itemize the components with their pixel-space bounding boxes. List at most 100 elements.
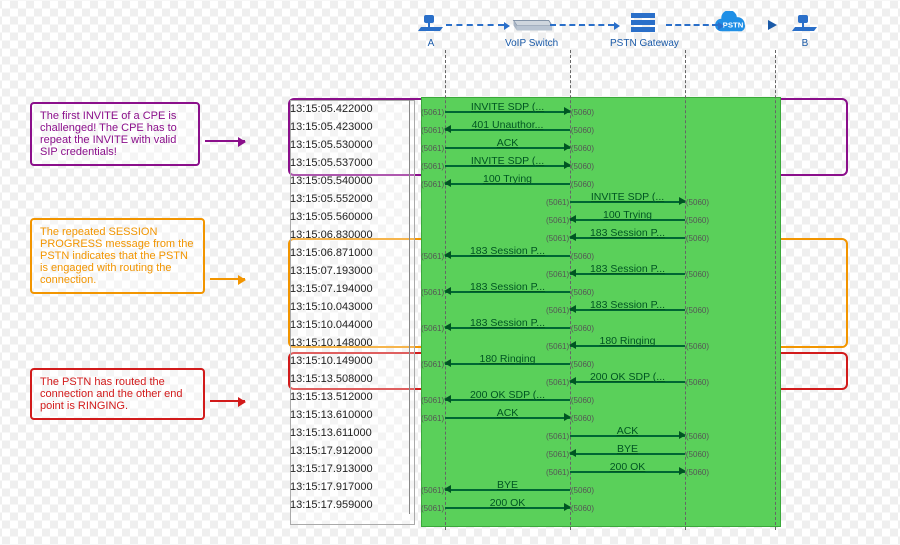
trace-row: 13:15:10.148000 180 Ringing(5061)(5060) [290, 334, 840, 352]
message-label: 200 OK SDP (... [590, 368, 665, 386]
trace-row: 13:15:10.043000 183 Session P...(5061)(50… [290, 298, 840, 316]
message-label: ACK [497, 134, 519, 152]
phone-icon [784, 10, 826, 36]
trace-row: 13:15:17.912000BYE(5061)(5060) [290, 442, 840, 460]
trace-row: 13:15:10.149000180 Ringing(5061)(5060) [290, 352, 840, 370]
sip-message: 183 Session P...(5061)(5060) [570, 226, 685, 244]
annotation-text: The repeated SESSION PROGRESS message fr… [40, 226, 193, 286]
message-label: 183 Session P... [470, 278, 545, 296]
message-label: 180 Ringing [479, 350, 535, 368]
timestamp: 13:15:17.913000 [290, 460, 410, 478]
annotation-arrow [205, 140, 245, 142]
sip-message: 183 Session P...(5061)(5060) [445, 280, 570, 298]
message-label: 183 Session P... [590, 260, 665, 278]
message-label: 183 Session P... [470, 314, 545, 332]
annotation-arrow [210, 400, 245, 402]
annotation-text: The first INVITE of a CPE is challenged!… [40, 110, 177, 158]
trace-row: 13:15:05.422000INVITE SDP (...(5061)(506… [290, 100, 840, 118]
device-gateway-label: PSTN Gateway [610, 38, 679, 49]
message-label: INVITE SDP (... [591, 188, 664, 206]
message-label: ACK [497, 404, 519, 422]
timestamp: 13:15:10.043000 [290, 298, 410, 316]
sip-message: 183 Session P...(5061)(5060) [570, 262, 685, 280]
message-label: 200 OK [490, 494, 526, 512]
link-gw-pstn [666, 24, 718, 26]
trace-row: 13:15:05.540000100 Trying(5061)(5060) [290, 172, 840, 190]
port-label: (5061) [421, 500, 444, 518]
message-label: 100 Trying [483, 170, 532, 188]
trace-row: 13:15:07.193000 183 Session P...(5061)(50… [290, 262, 840, 280]
sip-message: 200 OK(5061)(5060) [445, 496, 570, 514]
timestamp: 13:15:05.423000 [290, 118, 410, 136]
phone-icon [410, 10, 452, 36]
trace-row: 13:15:05.530000ACK(5061)(5060) [290, 136, 840, 154]
sip-message: 180 Ringing(5061)(5060) [445, 352, 570, 370]
message-label: 200 OK SDP (... [470, 386, 545, 404]
timestamp: 13:15:07.194000 [290, 280, 410, 298]
trace-row: 13:15:05.537000INVITE SDP (...(5061)(506… [290, 154, 840, 172]
message-label: 180 Ringing [599, 332, 655, 350]
timestamp: 13:15:07.193000 [290, 262, 410, 280]
trace-row: 13:15:05.552000INVITE SDP (...(5061)(506… [290, 190, 840, 208]
annotation-session-progress: The repeated SESSION PROGRESS message fr… [30, 218, 205, 294]
link-a-switch [446, 24, 504, 26]
trace-row: 13:15:13.512000200 OK SDP (...(5061)(506… [290, 388, 840, 406]
timestamp: 13:15:05.540000 [290, 172, 410, 190]
svg-text:PSTN: PSTN [723, 20, 744, 29]
gateway-icon [623, 10, 665, 36]
sip-flow-trace: 13:15:05.422000INVITE SDP (...(5061)(506… [290, 100, 840, 514]
arrow-to-b-icon [768, 20, 777, 30]
switch-icon [511, 10, 553, 36]
trace-row: 13:15:13.508000 200 OK SDP (...(5061)(506… [290, 370, 840, 388]
timestamp: 13:15:05.422000 [290, 100, 410, 118]
trace-row: 13:15:06.871000 183 Session P...(5061)(50… [290, 244, 840, 262]
device-a: A [410, 10, 452, 49]
timestamp: 13:15:05.537000 [290, 154, 410, 172]
device-b: B [784, 10, 826, 49]
sip-message: ACK(5061)(5060) [445, 406, 570, 424]
device-b-label: B [802, 38, 809, 49]
timestamp: 13:15:10.148000 [290, 334, 410, 352]
timestamp: 13:15:10.044000 [290, 316, 410, 334]
timestamp: 13:15:13.508000 [290, 370, 410, 388]
trace-row: 13:15:06.830000 183 Session P...(5061)(50… [290, 226, 840, 244]
sip-message: 180 Ringing(5061)(5060) [570, 334, 685, 352]
message-label: 401 Unauthor... [472, 116, 544, 134]
message-label: 183 Session P... [590, 296, 665, 314]
trace-row: 13:15:17.917000BYE(5061)(5060) [290, 478, 840, 496]
message-label: BYE [617, 440, 638, 458]
device-a-label: A [428, 38, 435, 49]
timestamp: 13:15:17.959000 [290, 496, 410, 514]
timestamp: 13:15:06.830000 [290, 226, 410, 244]
timestamp: 13:15:06.871000 [290, 244, 410, 262]
annotation-text: The PSTN has routed the connection and t… [40, 376, 183, 412]
trace-row: 13:15:05.560000100 Trying(5061)(5060) [290, 208, 840, 226]
annotation-invite-challenge: The first INVITE of a CPE is challenged!… [30, 102, 200, 166]
sip-message: 183 Session P...(5061)(5060) [445, 316, 570, 334]
timestamp: 13:15:05.552000 [290, 190, 410, 208]
device-switch: VoIP Switch [505, 10, 558, 49]
sip-message: 183 Session P...(5061)(5060) [445, 244, 570, 262]
port-label: (5060) [571, 500, 594, 518]
sip-message: 200 OK(5061)(5060) [570, 460, 685, 478]
trace-row: 13:15:13.611000ACK(5061)(5060) [290, 424, 840, 442]
timestamp: 13:15:13.512000 [290, 388, 410, 406]
timestamp: 13:15:17.912000 [290, 442, 410, 460]
message-label: 200 OK [610, 458, 646, 476]
trace-row: 13:15:07.194000 183 Session P...(5061)(50… [290, 280, 840, 298]
trace-row: 13:15:10.044000 183 Session P...(5061)(50… [290, 316, 840, 334]
sip-message: 183 Session P...(5061)(5060) [570, 298, 685, 316]
timestamp: 13:15:05.530000 [290, 136, 410, 154]
timestamp: 13:15:17.917000 [290, 478, 410, 496]
timestamp: 13:15:13.610000 [290, 406, 410, 424]
device-switch-label: VoIP Switch [505, 38, 558, 49]
trace-row: 13:15:13.610000 ACK(5061)(5060) [290, 406, 840, 424]
message-label: ACK [617, 422, 639, 440]
timestamp: 13:15:13.611000 [290, 424, 410, 442]
link-switch-gw [550, 24, 614, 26]
message-label: INVITE SDP (... [471, 152, 544, 170]
trace-row: 13:15:17.913000 200 OK(5061)(5060) [290, 460, 840, 478]
message-label: INVITE SDP (... [471, 98, 544, 116]
sip-message: 200 OK SDP (...(5061)(5060) [570, 370, 685, 388]
message-label: BYE [497, 476, 518, 494]
